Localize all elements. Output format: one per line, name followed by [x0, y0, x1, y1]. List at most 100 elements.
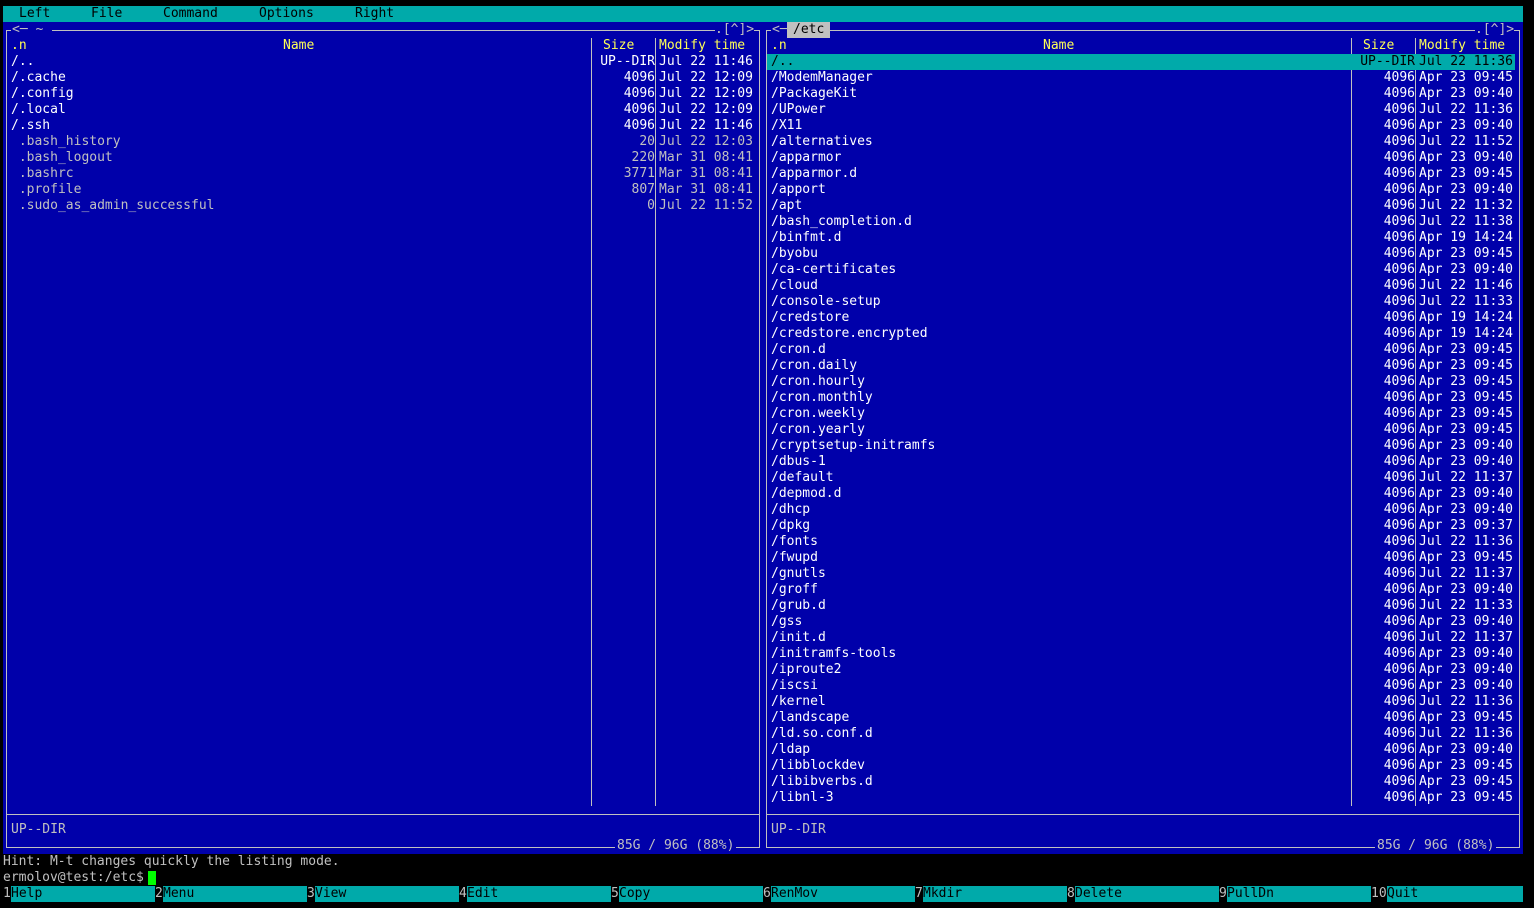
right-file-row[interactable]: /cron.d 4096 Apr 23 09:45 — [767, 342, 1515, 358]
left-file-row[interactable]: .bashrc 3771 Mar 31 08:41 — [7, 166, 755, 182]
right-header-mtime[interactable]: Modify time — [1419, 38, 1505, 54]
right-file-row[interactable]: /cron.monthly 4096 Apr 23 09:45 — [767, 390, 1515, 406]
right-file-mtime: Jul 22 11:46 — [1419, 278, 1513, 293]
right-file-row[interactable]: /iscsi 4096 Apr 23 09:40 — [767, 678, 1515, 694]
left-header-name[interactable]: Name — [283, 38, 314, 54]
left-file-row[interactable]: .sudo_as_admin_successful 0 Jul 22 11:52 — [7, 198, 755, 214]
command-prompt[interactable]: ermolov@test:/etc$ — [3, 870, 156, 886]
right-file-row[interactable]: /iproute2 4096 Apr 23 09:40 — [767, 662, 1515, 678]
right-file-row[interactable]: /gnutls 4096 Jul 22 11:37 — [767, 566, 1515, 582]
right-panel-hotlist-button[interactable]: .[^]> — [1475, 22, 1515, 38]
right-file-row[interactable]: /ld.so.conf.d 4096 Jul 22 11:36 — [767, 726, 1515, 742]
right-file-row[interactable]: /default 4096 Jul 22 11:37 — [767, 470, 1515, 486]
right-file-row[interactable]: /depmod.d 4096 Apr 23 09:40 — [767, 486, 1515, 502]
right-file-row[interactable]: /cryptsetup-initramfs 4096 Apr 23 09:40 — [767, 438, 1515, 454]
fkey-mkdir[interactable]: 7 Mkdir — [915, 886, 1067, 902]
fkey-menu[interactable]: 2 Menu — [155, 886, 307, 902]
right-file-name: /gss — [771, 614, 803, 629]
right-file-row[interactable]: /credstore.encrypted 4096 Apr 19 14:24 — [767, 326, 1515, 342]
right-file-size: 4096 — [1383, 118, 1415, 133]
right-file-name: /apparmor — [771, 150, 842, 165]
right-file-row[interactable]: /UPower 4096 Jul 22 11:36 — [767, 102, 1515, 118]
right-file-row[interactable]: /kernel 4096 Jul 22 11:36 — [767, 694, 1515, 710]
fkey-edit[interactable]: 4 Edit — [459, 886, 611, 902]
left-header-size[interactable]: Size — [603, 38, 634, 54]
fkey-pulldn[interactable]: 9 PullDn — [1219, 886, 1371, 902]
right-file-row[interactable]: /ModemManager 4096 Apr 23 09:45 — [767, 70, 1515, 86]
left-file-row[interactable]: /.cache 4096 Jul 22 12:09 — [7, 70, 755, 86]
right-file-row[interactable]: /init.d 4096 Jul 22 11:37 — [767, 630, 1515, 646]
left-file-row[interactable]: /.. UP--DIR Jul 22 11:46 — [7, 54, 755, 70]
right-file-row[interactable]: /PackageKit 4096 Apr 23 09:40 — [767, 86, 1515, 102]
right-file-row[interactable]: /apparmor.d 4096 Apr 23 09:45 — [767, 166, 1515, 182]
left-file-row[interactable]: .bash_history 20 Jul 22 12:03 — [7, 134, 755, 150]
left-panel[interactable]: <─ ~ .[^]> .n Name Size Modify time /.. U… — [3, 22, 763, 854]
right-file-row[interactable]: /cron.weekly 4096 Apr 23 09:45 — [767, 406, 1515, 422]
menu-file[interactable]: File — [91, 6, 122, 22]
right-file-row[interactable]: /libblockdev 4096 Apr 23 09:45 — [767, 758, 1515, 774]
right-file-size: 4096 — [1383, 166, 1415, 181]
menu-left[interactable]: Left — [19, 6, 50, 22]
fkey-quit[interactable]: 10 Quit — [1371, 886, 1523, 902]
fkey-help[interactable]: 1 Help — [3, 886, 155, 902]
right-header-sort[interactable]: .n — [771, 38, 787, 54]
right-file-row[interactable]: /byobu 4096 Apr 23 09:45 — [767, 246, 1515, 262]
fkey-copy[interactable]: 5 Copy — [611, 886, 763, 902]
left-file-row[interactable]: .bash_logout 220 Mar 31 08:41 — [7, 150, 755, 166]
menu-command[interactable]: Command — [163, 6, 218, 22]
right-file-row[interactable]: /dpkg 4096 Apr 23 09:37 — [767, 518, 1515, 534]
right-file-row[interactable]: /dbus-1 4096 Apr 23 09:40 — [767, 454, 1515, 470]
right-file-row[interactable]: /bash_completion.d 4096 Jul 22 11:38 — [767, 214, 1515, 230]
right-file-mtime: Apr 23 09:40 — [1419, 646, 1513, 661]
left-header-mtime[interactable]: Modify time — [659, 38, 745, 54]
right-file-row[interactable]: /binfmt.d 4096 Apr 19 14:24 — [767, 230, 1515, 246]
right-header-size[interactable]: Size — [1363, 38, 1394, 54]
fkey-renmov[interactable]: 6 RenMov — [763, 886, 915, 902]
right-file-row[interactable]: /gss 4096 Apr 23 09:40 — [767, 614, 1515, 630]
menu-right[interactable]: Right — [355, 6, 394, 22]
left-header-sort[interactable]: .n — [11, 38, 27, 54]
right-panel-path: /etc — [787, 22, 831, 38]
right-file-row[interactable]: /ldap 4096 Apr 23 09:40 — [767, 742, 1515, 758]
fkey-delete[interactable]: 8 Delete — [1067, 886, 1219, 902]
right-file-row[interactable]: /ca-certificates 4096 Apr 23 09:40 — [767, 262, 1515, 278]
right-file-name: /console-setup — [771, 294, 881, 309]
right-file-row[interactable]: /dhcp 4096 Apr 23 09:40 — [767, 502, 1515, 518]
right-file-row[interactable]: /apt 4096 Jul 22 11:32 — [767, 198, 1515, 214]
right-file-row[interactable]: /cron.yearly 4096 Apr 23 09:45 — [767, 422, 1515, 438]
right-file-row[interactable]: /credstore 4096 Apr 19 14:24 — [767, 310, 1515, 326]
right-file-size: 4096 — [1383, 86, 1415, 101]
right-file-row[interactable]: /alternatives 4096 Jul 22 11:52 — [767, 134, 1515, 150]
right-file-row[interactable]: /libnl-3 4096 Apr 23 09:45 — [767, 790, 1515, 806]
left-file-name: .bash_logout — [11, 150, 113, 165]
left-file-row[interactable]: /.ssh 4096 Jul 22 11:46 — [7, 118, 755, 134]
right-file-name: /ld.so.conf.d — [771, 726, 873, 741]
right-file-row[interactable]: /cron.daily 4096 Apr 23 09:45 — [767, 358, 1515, 374]
right-file-row[interactable]: /cron.hourly 4096 Apr 23 09:45 — [767, 374, 1515, 390]
left-panel-hotlist-button[interactable]: .[^]> — [715, 22, 755, 38]
left-file-mtime: Jul 22 12:03 — [659, 134, 753, 149]
menu-options[interactable]: Options — [259, 6, 314, 22]
left-file-row[interactable]: /.local 4096 Jul 22 12:09 — [7, 102, 755, 118]
right-file-row[interactable]: /fonts 4096 Jul 22 11:36 — [767, 534, 1515, 550]
right-file-row[interactable]: /groff 4096 Apr 23 09:40 — [767, 582, 1515, 598]
right-panel[interactable]: <─ /etc .[^]> .n Name Size Modify time /… — [763, 22, 1523, 854]
right-file-row[interactable]: /.. UP--DIR Jul 22 11:36 — [767, 54, 1515, 70]
right-file-row[interactable]: /grub.d 4096 Jul 22 11:33 — [767, 598, 1515, 614]
right-header-name[interactable]: Name — [1043, 38, 1074, 54]
right-file-row[interactable]: /initramfs-tools 4096 Apr 23 09:40 — [767, 646, 1515, 662]
right-file-row[interactable]: /console-setup 4096 Jul 22 11:33 — [767, 294, 1515, 310]
right-file-row[interactable]: /X11 4096 Apr 23 09:40 — [767, 118, 1515, 134]
right-file-row[interactable]: /libibverbs.d 4096 Apr 23 09:45 — [767, 774, 1515, 790]
right-file-row[interactable]: /cloud 4096 Jul 22 11:46 — [767, 278, 1515, 294]
right-file-row[interactable]: /landscape 4096 Apr 23 09:45 — [767, 710, 1515, 726]
right-file-row[interactable]: /apport 4096 Apr 23 09:40 — [767, 182, 1515, 198]
right-file-name: /bash_completion.d — [771, 214, 912, 229]
left-file-name: .bash_history — [11, 134, 121, 149]
right-file-row[interactable]: /apparmor 4096 Apr 23 09:40 — [767, 150, 1515, 166]
fkey-view[interactable]: 3 View — [307, 886, 459, 902]
right-file-row[interactable]: /fwupd 4096 Apr 23 09:45 — [767, 550, 1515, 566]
left-file-row[interactable]: .profile 807 Mar 31 08:41 — [7, 182, 755, 198]
left-file-row[interactable]: /.config 4096 Jul 22 12:09 — [7, 86, 755, 102]
right-file-mtime: Jul 22 11:36 — [1419, 726, 1513, 741]
